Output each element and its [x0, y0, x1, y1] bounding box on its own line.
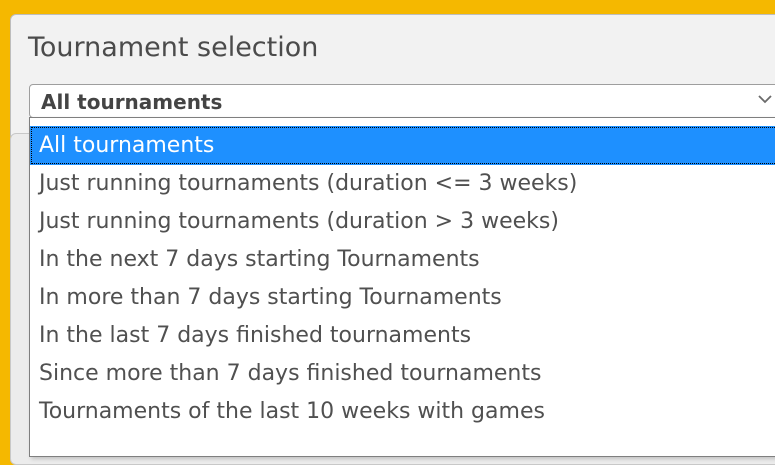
selected-value: All tournaments	[41, 90, 223, 114]
option-starting-next-7-days[interactable]: In the next 7 days starting Tournaments	[30, 240, 775, 279]
option-starting-after-7-days[interactable]: In more than 7 days starting Tournaments	[30, 278, 775, 317]
option-running-long[interactable]: Just running tournaments (duration > 3 w…	[30, 202, 775, 241]
option-running-short[interactable]: Just running tournaments (duration <= 3 …	[30, 164, 775, 203]
option-finished-last-7-days[interactable]: In the last 7 days finished tournaments	[30, 316, 775, 355]
option-finished-over-7-days[interactable]: Since more than 7 days finished tourname…	[30, 354, 775, 393]
option-last-10-weeks-with-games[interactable]: Tournaments of the last 10 weeks with ga…	[30, 392, 775, 431]
tournament-select[interactable]: All tournaments	[29, 84, 775, 118]
chevron-down-icon	[758, 95, 772, 104]
section-title: Tournament selection	[28, 32, 319, 63]
option-all-tournaments[interactable]: All tournaments	[30, 126, 775, 165]
tournament-options-list[interactable]: All tournaments Just running tournaments…	[29, 117, 775, 457]
